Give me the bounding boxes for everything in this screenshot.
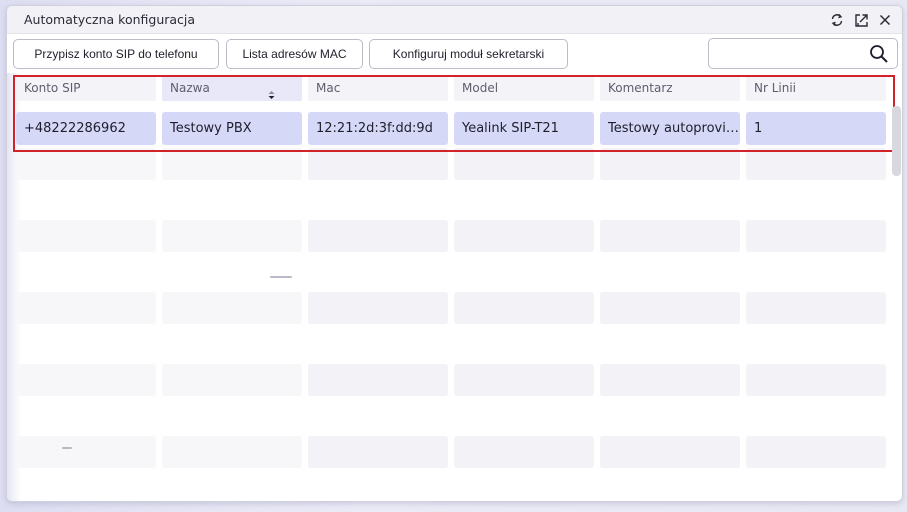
cell-konto-sip[interactable]: +48222286962 <box>16 112 156 145</box>
column-header-model[interactable]: Model <box>454 76 594 101</box>
column-header-komentarz[interactable]: Komentarz <box>600 76 740 101</box>
empty-cell <box>746 292 886 324</box>
column-header-konto-sip[interactable]: Konto SIP <box>16 76 156 101</box>
empty-cell <box>746 220 886 252</box>
empty-cell <box>16 148 156 180</box>
empty-cell <box>162 436 302 468</box>
vertical-scrollbar[interactable] <box>892 106 901 176</box>
empty-cell <box>308 436 448 468</box>
empty-cell <box>16 220 156 252</box>
empty-cell <box>746 148 886 180</box>
cell-komentarz[interactable]: Testowy autoprovisioning <box>600 112 740 145</box>
mac-address-list-button[interactable]: Lista adresów MAC <box>226 39 363 69</box>
toolbar: Przypisz konto SIP do telefonu Lista adr… <box>7 35 902 73</box>
assign-sip-account-button[interactable]: Przypisz konto SIP do telefonu <box>13 39 219 69</box>
column-header-label: Nazwa <box>170 81 210 95</box>
empty-cell <box>600 148 740 180</box>
cell-nr-linii[interactable]: 1 <box>746 112 886 145</box>
refresh-icon[interactable] <box>828 11 846 29</box>
title-actions <box>828 11 894 29</box>
empty-cell <box>308 364 448 396</box>
empty-cell <box>162 148 302 180</box>
popout-icon[interactable] <box>852 11 870 29</box>
empty-cell <box>162 220 302 252</box>
search-icon[interactable] <box>869 44 889 68</box>
empty-cell <box>162 292 302 324</box>
sip-accounts-table: Konto SIP Nazwa Mac Model Komentarz Nr L… <box>7 73 895 501</box>
empty-cell <box>308 292 448 324</box>
column-header-mac[interactable]: Mac <box>308 76 448 101</box>
sort-icon[interactable] <box>267 84 276 109</box>
empty-cell <box>600 364 740 396</box>
empty-cell <box>162 364 302 396</box>
empty-cell <box>454 220 594 252</box>
cell-nazwa[interactable]: Testowy PBX <box>162 112 302 145</box>
empty-cell <box>16 364 156 396</box>
empty-cell <box>600 292 740 324</box>
dialog-title: Automatyczna konfiguracja <box>24 12 196 27</box>
configure-secretary-module-button[interactable]: Konfiguruj moduł sekretarski <box>369 39 568 69</box>
close-icon[interactable] <box>876 11 894 29</box>
search-input[interactable] <box>715 43 855 65</box>
artifact <box>62 447 72 449</box>
empty-cell <box>454 148 594 180</box>
cell-model[interactable]: Yealink SIP-T21 <box>454 112 594 145</box>
column-header-nazwa[interactable]: Nazwa <box>162 76 302 101</box>
empty-cell <box>454 292 594 324</box>
empty-cell <box>600 436 740 468</box>
column-header-nr-linii[interactable]: Nr Linii <box>746 76 886 101</box>
artifact <box>270 276 292 278</box>
empty-cell <box>16 292 156 324</box>
empty-cell <box>454 436 594 468</box>
empty-cell <box>746 364 886 396</box>
search-box <box>708 38 898 69</box>
empty-cell <box>454 364 594 396</box>
empty-cell <box>16 436 156 468</box>
title-bar: Automatyczna konfiguracja <box>7 6 902 34</box>
auto-config-dialog: Automatyczna konfiguracja Przypisz konto… <box>6 5 903 502</box>
empty-cell <box>746 436 886 468</box>
empty-cell <box>308 220 448 252</box>
empty-cell <box>308 148 448 180</box>
cell-mac[interactable]: 12:21:2d:3f:dd:9d <box>308 112 448 145</box>
empty-cell <box>600 220 740 252</box>
